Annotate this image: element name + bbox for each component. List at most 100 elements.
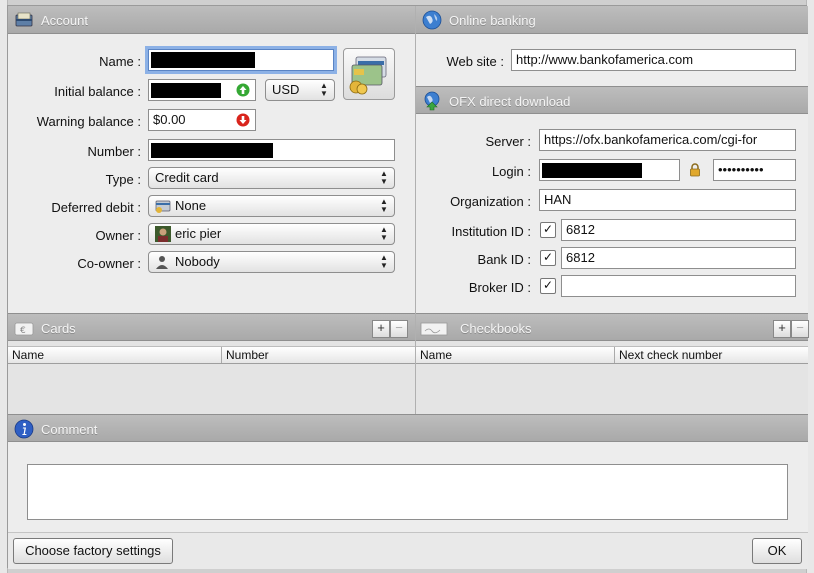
- checkbooks-header-title: Checkbooks: [460, 321, 532, 336]
- popup-arrows-icon: ▲ ▼: [320, 81, 328, 98]
- login-label: Login :: [491, 164, 531, 179]
- cards-table-header: Name Number: [8, 346, 415, 364]
- password-value: ••••••••••: [718, 162, 764, 177]
- website-value: http://www.bankofamerica.com: [516, 52, 694, 67]
- cards-pane: € Cards + − Name Number: [8, 313, 415, 414]
- type-label: Type :: [105, 172, 141, 187]
- add-card-button[interactable]: +: [372, 320, 390, 338]
- warning-balance-value: $0.00: [153, 112, 186, 127]
- account-sheet: Account Name : Initial balance : USD ▲ ▼…: [7, 5, 809, 569]
- checkbooks-column-next-number[interactable]: Next check number: [619, 348, 722, 362]
- wallet-icon: [15, 12, 33, 27]
- website-label: Web site :: [446, 54, 504, 69]
- bank-id-value: 6812: [566, 250, 595, 265]
- card-icon: €: [14, 322, 34, 336]
- owner-popup[interactable]: eric pier ▲ ▼: [148, 223, 395, 245]
- online-banking-header: Online banking: [416, 6, 808, 34]
- account-header: Account: [8, 6, 415, 34]
- type-value: Credit card: [155, 170, 219, 185]
- cards-header: € Cards + −: [8, 313, 415, 341]
- password-field[interactable]: ••••••••••: [713, 159, 796, 181]
- deferred-debit-popup[interactable]: None ▲ ▼: [148, 195, 395, 217]
- account-image-well[interactable]: [343, 48, 395, 100]
- account-card-icon: [155, 200, 171, 213]
- name-field[interactable]: [148, 49, 334, 71]
- ok-button[interactable]: OK: [752, 538, 802, 564]
- bank-id-field[interactable]: 6812: [561, 247, 796, 269]
- deferred-debit-label: Deferred debit :: [51, 200, 141, 215]
- ofx-header-title: OFX direct download: [449, 94, 571, 109]
- checkbook-icon: [420, 322, 448, 336]
- ofx-header: OFX direct download: [416, 86, 808, 114]
- cards-column-name[interactable]: Name: [12, 348, 44, 362]
- comment-pane: Comment: [8, 414, 808, 532]
- deferred-debit-value: None: [175, 198, 207, 213]
- coowner-value: Nobody: [175, 254, 220, 269]
- organization-field[interactable]: HAN: [539, 189, 796, 211]
- comment-header: Comment: [8, 414, 808, 442]
- warning-balance-field[interactable]: $0.00: [148, 109, 256, 131]
- server-label: Server :: [485, 134, 531, 149]
- cards-header-title: Cards: [41, 321, 76, 336]
- lock-icon: [690, 163, 700, 177]
- institution-id-checkbox[interactable]: ✓: [540, 222, 556, 238]
- popup-arrows-icon: ▲ ▼: [380, 253, 388, 270]
- choose-factory-settings-button[interactable]: Choose factory settings: [13, 538, 173, 564]
- organization-label: Organization :: [450, 194, 531, 209]
- svg-text:€: €: [20, 326, 26, 336]
- popup-arrows-icon: ▲ ▼: [380, 169, 388, 186]
- name-label: Name :: [99, 54, 141, 69]
- owner-value: eric pier: [175, 226, 222, 241]
- institution-id-value: 6812: [566, 222, 595, 237]
- column-separator: [221, 347, 222, 363]
- remove-card-button[interactable]: −: [390, 320, 408, 338]
- account-pane: Account Name : Initial balance : USD ▲ ▼…: [8, 6, 415, 313]
- online-banking-header-title: Online banking: [449, 13, 536, 28]
- initial-balance-label: Initial balance :: [54, 84, 141, 99]
- number-label: Number :: [87, 144, 141, 159]
- checkbooks-table-header: Name Next check number: [416, 346, 808, 364]
- coowner-popup[interactable]: Nobody ▲ ▼: [148, 251, 395, 273]
- warning-balance-label: Warning balance :: [36, 114, 141, 129]
- checkbooks-pane: Checkbooks + − Name Next check number: [416, 313, 809, 414]
- cards-column-number[interactable]: Number: [226, 348, 269, 362]
- column-separator: [614, 347, 615, 363]
- globe-download-icon: [424, 91, 440, 111]
- number-field[interactable]: [148, 139, 395, 161]
- redacted-login: [542, 163, 642, 178]
- checkbooks-header: Checkbooks + −: [416, 313, 809, 341]
- login-field[interactable]: [539, 159, 680, 181]
- remove-checkbook-button[interactable]: −: [791, 320, 809, 338]
- redacted-initial-balance: [151, 83, 221, 98]
- coowner-label: Co-owner :: [77, 256, 141, 271]
- broker-id-checkbox[interactable]: ✓: [540, 278, 556, 294]
- comment-field[interactable]: [27, 464, 788, 520]
- add-checkbook-button[interactable]: +: [773, 320, 791, 338]
- checkbooks-column-name[interactable]: Name: [420, 348, 452, 362]
- owner-label: Owner :: [95, 228, 141, 243]
- user-photo-icon: [155, 226, 171, 242]
- initial-balance-field[interactable]: [148, 79, 256, 101]
- website-field[interactable]: http://www.bankofamerica.com: [511, 49, 796, 71]
- redacted-name: [151, 52, 255, 68]
- account-header-title: Account: [41, 13, 88, 28]
- info-icon: [14, 419, 34, 439]
- currency-value: USD: [272, 82, 300, 97]
- server-field[interactable]: https://ofx.bankofamerica.com/cgi-for: [539, 129, 796, 151]
- footer-bar: Choose factory settings OK: [8, 532, 808, 569]
- institution-id-field[interactable]: 6812: [561, 219, 796, 241]
- server-value: https://ofx.bankofamerica.com/cgi-for: [544, 132, 758, 147]
- broker-id-label: Broker ID :: [468, 280, 531, 295]
- globe-icon: [422, 10, 442, 30]
- popup-arrows-icon: ▲ ▼: [380, 225, 388, 242]
- comment-header-title: Comment: [41, 422, 98, 437]
- green-up-arrow-icon: [236, 83, 250, 97]
- broker-id-field[interactable]: [561, 275, 796, 297]
- redacted-number: [151, 143, 273, 158]
- red-down-arrow-icon: [236, 113, 250, 127]
- bank-cards-icon: [349, 56, 387, 95]
- type-popup[interactable]: Credit card ▲ ▼: [148, 167, 395, 189]
- popup-arrows-icon: ▲ ▼: [380, 197, 388, 214]
- currency-popup[interactable]: USD ▲ ▼: [265, 79, 335, 101]
- bank-id-checkbox[interactable]: ✓: [540, 250, 556, 266]
